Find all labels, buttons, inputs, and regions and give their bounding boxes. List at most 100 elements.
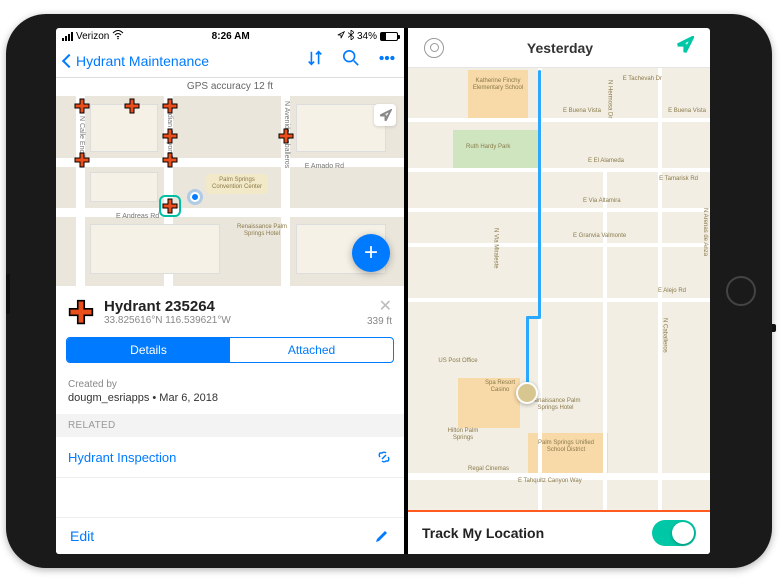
wifi-icon (112, 30, 124, 43)
tracker-header: Yesterday (408, 28, 710, 68)
add-feature-button[interactable]: + (352, 234, 390, 272)
hydrant-marker[interactable] (124, 98, 140, 114)
road-label: E Buena Vista (563, 108, 601, 115)
road-label: E Via Altamira (583, 198, 621, 205)
hydrant-marker-selected[interactable] (162, 198, 178, 214)
poi-label: US Post Office (438, 358, 478, 365)
tab-details[interactable]: Details (67, 338, 230, 362)
link-icon (376, 449, 392, 465)
edit-button[interactable]: Edit (70, 528, 94, 544)
location-status-icon (337, 31, 345, 42)
road-label: E Tamarisk Rd (659, 176, 698, 183)
bottom-toolbar: Edit (56, 517, 404, 554)
map-right[interactable]: Katherine Finchy Elementary School Ruth … (408, 68, 710, 510)
hydrant-icon (68, 299, 94, 325)
status-time: 8:26 AM (212, 31, 250, 42)
road-label: E Alejo Rd (658, 288, 686, 295)
created-label: Created by (68, 379, 392, 390)
side-button-right[interactable] (772, 324, 776, 332)
poi-label: Hilton Palm Springs (438, 428, 488, 441)
navigate-button[interactable] (676, 36, 694, 59)
road (408, 208, 710, 212)
signal-icon (62, 32, 73, 41)
poi-label: Palm Springs Unified School District (536, 440, 596, 453)
road-label: N Hermosa Dr (606, 80, 613, 118)
collector-app: Verizon 8:26 AM 34% (56, 28, 408, 554)
hydrant-marker[interactable] (162, 98, 178, 114)
locate-button[interactable] (374, 104, 396, 126)
close-button[interactable]: ✕ (367, 296, 392, 316)
chevron-left-icon (62, 53, 76, 67)
bluetooth-icon (348, 30, 354, 42)
road (603, 168, 607, 510)
tab-attached[interactable]: Attached (230, 338, 393, 362)
road-label: N Via Miraleste (492, 228, 499, 269)
road-label: E El Alameda (588, 158, 624, 165)
road (408, 168, 710, 172)
road (56, 208, 404, 217)
screen: Verizon 8:26 AM 34% (56, 28, 710, 554)
created-value: dougm_esriapps • Mar 6, 2018 (68, 392, 392, 404)
building (90, 224, 220, 274)
road (408, 243, 710, 247)
gps-accuracy: GPS accuracy 12 ft (56, 78, 404, 96)
map-left[interactable]: N Calle Encilla N Indian Canyon Dr N Ave… (56, 96, 404, 286)
building (296, 104, 386, 152)
tracker-title: Yesterday (527, 40, 593, 56)
tracker-app: Yesterday Katherine Finchy Elementary Sc… (408, 28, 710, 554)
hydrant-marker[interactable] (162, 128, 178, 144)
related-item-label: Hydrant Inspection (68, 450, 176, 465)
related-item[interactable]: Hydrant Inspection (56, 437, 404, 478)
current-location-dot (190, 192, 200, 202)
search-button[interactable] (342, 49, 360, 72)
feature-title: Hydrant 235264 (104, 298, 231, 315)
related-header: RELATED (56, 414, 404, 437)
track-line (538, 70, 541, 318)
hydrant-marker[interactable] (162, 152, 178, 168)
hydrant-marker[interactable] (74, 152, 90, 168)
side-button-left[interactable] (6, 274, 10, 314)
status-bar: Verizon 8:26 AM 34% (56, 28, 404, 44)
road-label: N Caballeros (661, 318, 668, 353)
feature-coords: 33.825616°N 116.539621°W (104, 315, 231, 326)
road (408, 298, 710, 302)
track-line (526, 316, 529, 384)
feature-distance: 339 ft (367, 316, 392, 327)
back-label: Hydrant Maintenance (76, 53, 209, 69)
road-label: E Amado Rd (305, 163, 344, 170)
poi-label: Renaissance Palm Springs Hotel (528, 398, 583, 411)
feature-panel: Hydrant 235264 33.825616°N 116.539621°W … (56, 286, 404, 554)
road-label: E Buena Vista (668, 108, 706, 115)
profile-button[interactable] (424, 38, 444, 58)
building (90, 172, 158, 202)
poi-label: Spa Resort Casino (480, 380, 520, 393)
track-toggle[interactable] (652, 520, 696, 546)
road-label: N Arenas de Anza (701, 208, 708, 256)
poi-label: Palm Springs Convention Center (206, 174, 268, 194)
poi-label: Ruth Hardy Park (466, 144, 510, 151)
poi-label: Katherine Finchy Elementary School (471, 78, 525, 91)
pencil-icon[interactable] (374, 528, 390, 544)
back-button[interactable]: Hydrant Maintenance (64, 53, 209, 69)
hydrant-marker[interactable] (74, 98, 90, 114)
poi-label: Renaissance Palm Springs Hotel (231, 221, 293, 241)
battery-percent: 34% (357, 31, 377, 42)
sort-button[interactable] (306, 49, 324, 72)
poi-label: Regal Cinemas (468, 466, 509, 473)
road-label: E Tahquitz Canyon Way (518, 478, 582, 485)
nav-bar: Hydrant Maintenance (56, 44, 404, 78)
carrier-label: Verizon (76, 31, 109, 42)
track-label: Track My Location (422, 525, 544, 541)
home-button[interactable] (726, 276, 756, 306)
battery-icon (380, 32, 398, 41)
road (408, 118, 710, 122)
road-label: E Granvia Valmonte (573, 233, 626, 240)
road (56, 158, 404, 167)
tablet-frame: Verizon 8:26 AM 34% (6, 14, 772, 568)
more-button[interactable] (378, 49, 396, 72)
road-label: E Tachevah Dr (623, 76, 662, 83)
tracker-bottom-bar: Track My Location (408, 510, 710, 554)
road-label: E Andreas Rd (116, 213, 159, 220)
user-location-pin (516, 382, 538, 404)
hydrant-marker[interactable] (278, 128, 294, 144)
